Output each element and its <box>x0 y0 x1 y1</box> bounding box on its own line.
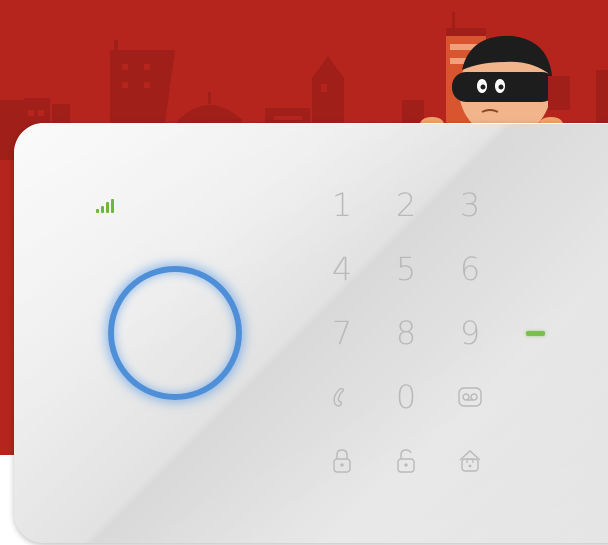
disarm-key[interactable] <box>374 436 438 486</box>
status-led <box>526 331 545 336</box>
home-lock-icon <box>459 450 481 472</box>
key-5[interactable]: 5 <box>374 244 438 294</box>
voicemail-icon <box>458 387 482 407</box>
scene: 1 2 3 4 5 6 7 8 9 0 <box>0 0 608 545</box>
key-6[interactable]: 6 <box>438 244 502 294</box>
lock-icon <box>333 449 351 473</box>
phone-icon <box>333 387 344 407</box>
keypad: 1 2 3 4 5 6 7 8 9 0 <box>310 180 510 490</box>
key-0[interactable]: 0 <box>374 372 438 422</box>
voicemail-key[interactable] <box>438 372 502 422</box>
key-4[interactable]: 4 <box>310 244 374 294</box>
status-ring-indicator <box>108 266 242 400</box>
unlock-icon <box>397 449 415 473</box>
key-3[interactable]: 3 <box>438 180 502 230</box>
signal-strength-icon <box>96 197 120 213</box>
key-9[interactable]: 9 <box>438 308 502 358</box>
key-8[interactable]: 8 <box>374 308 438 358</box>
key-1[interactable]: 1 <box>310 180 374 230</box>
key-2[interactable]: 2 <box>374 180 438 230</box>
phone-key[interactable] <box>310 372 374 422</box>
arm-key[interactable] <box>310 436 374 486</box>
key-7[interactable]: 7 <box>310 308 374 358</box>
home-arm-key[interactable] <box>438 436 502 486</box>
